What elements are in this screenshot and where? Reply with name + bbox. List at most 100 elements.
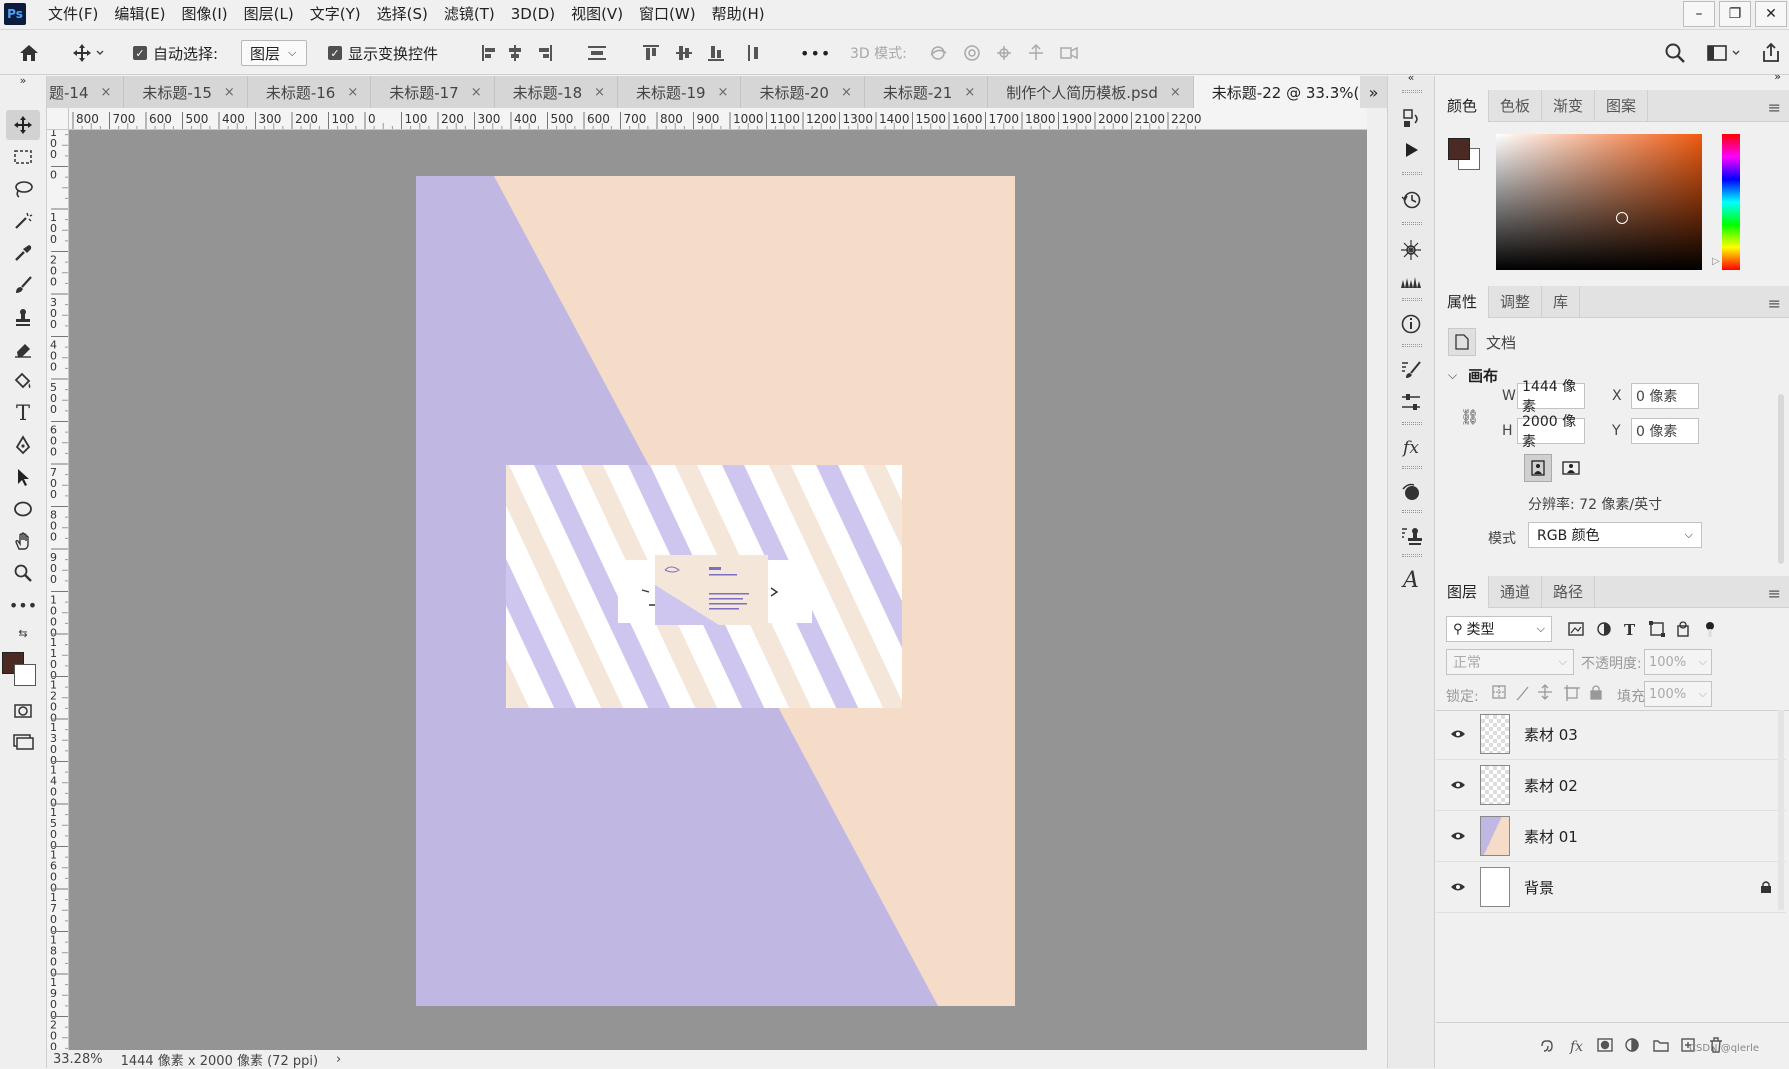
close-tab-icon[interactable]: × [718, 85, 729, 100]
stamp-tool-icon[interactable] [6, 302, 40, 332]
menu-image[interactable]: 图像(I) [174, 0, 236, 28]
menu-select[interactable]: 选择(S) [369, 0, 436, 28]
visibility-eye-icon[interactable] [1436, 780, 1480, 790]
menu-edit[interactable]: 编辑(E) [106, 0, 173, 28]
move-tool-icon[interactable] [6, 110, 40, 140]
hand-tool-icon[interactable] [6, 526, 40, 556]
tab-layers[interactable]: 图层 [1436, 576, 1490, 608]
layer-row[interactable]: 素材 02 [1436, 760, 1786, 811]
chevron-down-icon[interactable]: ⌵ [1448, 368, 1457, 383]
tab-swatches[interactable]: 色板 [1489, 90, 1543, 122]
restore-button[interactable]: ❐ [1719, 1, 1751, 27]
tab-untitled-20[interactable]: 未标题-20 × [741, 76, 865, 108]
auto-select-checkbox[interactable]: ✓ [133, 46, 147, 60]
brushes-icon[interactable] [1396, 268, 1426, 296]
minimize-button[interactable]: – [1683, 1, 1715, 27]
show-transform-checkbox[interactable]: ✓ [328, 46, 342, 60]
menu-file[interactable]: 文件(F) [40, 0, 106, 28]
tab-channels[interactable]: 通道 [1489, 576, 1543, 608]
tab-untitled-17[interactable]: 未标题-17 × [371, 76, 495, 108]
background-color-swatch[interactable] [14, 664, 36, 686]
close-tab-icon[interactable]: × [471, 85, 482, 100]
menu-3d[interactable]: 3D(D) [503, 0, 563, 28]
ellipse-tool-icon[interactable] [6, 494, 40, 524]
close-tab-icon[interactable]: × [841, 85, 852, 100]
close-tab-icon[interactable]: × [347, 85, 358, 100]
close-window-button[interactable]: ✕ [1755, 1, 1787, 27]
canvas-area[interactable] [69, 130, 1367, 1050]
move-tool-preset-icon[interactable] [72, 30, 106, 76]
layer-comps-icon[interactable] [1396, 104, 1426, 132]
hue-slider-handle-icon[interactable]: ▷ [1712, 256, 1720, 267]
visibility-eye-icon[interactable] [1436, 729, 1480, 739]
actions-play-icon[interactable] [1396, 136, 1426, 164]
canvas-y-input[interactable]: 0 像素 [1631, 418, 1699, 444]
panel-menu-icon[interactable]: ≡ [1768, 584, 1781, 603]
paint-bucket-tool-icon[interactable] [6, 366, 40, 396]
color-picker-field[interactable] [1496, 134, 1702, 270]
canvas-width-input[interactable]: 1444 像素 [1517, 379, 1585, 415]
portrait-orientation-button[interactable] [1524, 454, 1552, 482]
menu-layer[interactable]: 图层(L) [236, 0, 302, 28]
panel-menu-icon[interactable]: ≡ [1768, 98, 1781, 117]
swap-colors-icon[interactable]: ⇆ [6, 624, 40, 642]
menu-type[interactable]: 文字(Y) [302, 0, 369, 28]
collapse-dock-icon[interactable]: « [1396, 70, 1426, 84]
eyedropper-tool-icon[interactable] [6, 238, 40, 268]
layer-row[interactable]: 素材 03 [1436, 709, 1786, 760]
zoom-level[interactable]: 33.28% [53, 1052, 103, 1067]
color-panel-foreground-swatch[interactable] [1448, 138, 1470, 160]
tab-properties[interactable]: 属性 [1436, 286, 1490, 318]
color-picker-cursor[interactable] [1616, 212, 1628, 224]
blend-mode-dropdown[interactable]: 正常 ⌵ [1446, 649, 1574, 675]
status-arrow-icon[interactable]: › [336, 1052, 341, 1067]
tab-gradients[interactable]: 渐变 [1542, 90, 1596, 122]
menu-filter[interactable]: 滤镜(T) [436, 0, 503, 28]
opacity-input[interactable]: 100% ⌵ [1644, 649, 1712, 675]
tab-untitled-21[interactable]: 未标题-21 × [864, 76, 989, 108]
tab-adjustments[interactable]: 调整 [1489, 286, 1543, 318]
tab-color[interactable]: 颜色 [1436, 90, 1490, 122]
info-icon[interactable] [1396, 310, 1426, 338]
hue-slider[interactable] [1722, 134, 1740, 270]
link-dimensions-icon[interactable]: ⛓ [1460, 408, 1479, 426]
layer-row[interactable]: 素材 01 [1436, 811, 1786, 862]
close-tab-icon[interactable]: × [594, 85, 605, 100]
pen-tool-icon[interactable] [6, 430, 40, 460]
menu-view[interactable]: 视图(V) [563, 0, 631, 28]
fill-input[interactable]: 100% ⌵ [1644, 681, 1712, 707]
eraser-tool-icon[interactable] [6, 334, 40, 364]
ruler-origin[interactable] [47, 108, 69, 130]
zoom-tool-icon[interactable] [6, 558, 40, 588]
history-icon[interactable] [1396, 186, 1426, 214]
close-tab-icon[interactable]: × [101, 85, 112, 100]
adjustment-sliders-icon[interactable] [1396, 388, 1426, 416]
close-tab-icon[interactable]: × [224, 85, 235, 100]
type-tool-icon[interactable]: T [6, 398, 40, 428]
tab-patterns[interactable]: 图案 [1595, 90, 1649, 122]
swatches-history-icon[interactable] [1396, 478, 1426, 506]
quick-mask-icon[interactable] [6, 696, 40, 726]
properties-scrollbar[interactable] [1778, 394, 1784, 564]
layer-filter-dropdown[interactable]: ⚲ 类型 ⌵ [1446, 616, 1552, 642]
canvas-x-input[interactable]: 0 像素 [1631, 383, 1699, 409]
menu-window[interactable]: 窗口(W) [631, 0, 704, 28]
layers-scrollbar[interactable] [1778, 710, 1784, 910]
lasso-tool-icon[interactable] [6, 174, 40, 204]
collapse-toolbox-icon[interactable]: » [6, 72, 40, 88]
tab-untitled-14[interactable]: 题-14 × [47, 76, 125, 108]
magic-wand-tool-icon[interactable] [6, 206, 40, 236]
home-icon[interactable] [18, 30, 40, 76]
screen-mode-icon[interactable] [6, 726, 40, 756]
glyphs-icon[interactable]: A [1396, 566, 1426, 594]
tab-libraries[interactable]: 库 [1542, 286, 1581, 318]
auto-select-target-dropdown[interactable]: 图层 ⌵ [241, 40, 307, 66]
brush-settings-icon[interactable] [1396, 236, 1426, 264]
tab-paths[interactable]: 路径 [1542, 576, 1596, 608]
path-select-tool-icon[interactable] [6, 462, 40, 492]
landscape-orientation-button[interactable] [1557, 454, 1585, 482]
marquee-tool-icon[interactable] [6, 142, 40, 172]
panel-menu-icon[interactable]: ≡ [1768, 294, 1781, 313]
tab-untitled-16[interactable]: 未标题-16 × [247, 76, 372, 108]
tab-resume-template[interactable]: 制作个人简历模板.psd × [988, 76, 1194, 108]
